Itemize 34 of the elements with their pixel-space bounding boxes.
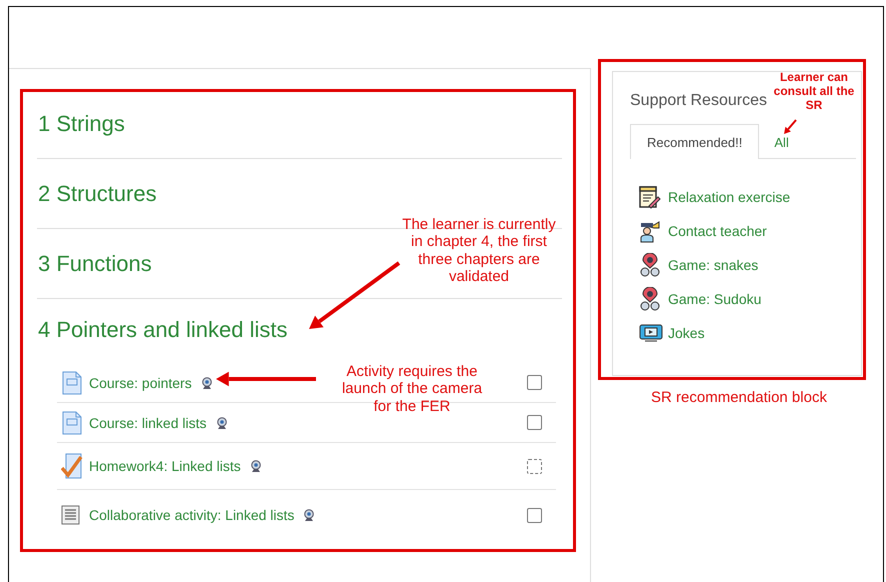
completion-checkbox[interactable]	[527, 508, 542, 522]
text-lines-icon	[61, 505, 81, 525]
activity-link[interactable]: Homework4: Linked lists	[89, 458, 241, 474]
completion-checkbox[interactable]	[527, 458, 542, 474]
video-play-icon	[639, 324, 663, 342]
resource-link[interactable]: Contact teacher	[668, 223, 767, 239]
resource-link[interactable]: Game: snakes	[668, 257, 758, 273]
notepad-pencil-icon	[639, 185, 661, 209]
section-title[interactable]: 3 Functions	[38, 250, 152, 276]
section-title[interactable]: 2 Structures	[38, 180, 157, 206]
document-icon	[61, 370, 83, 394]
tab[interactable]: All	[759, 124, 804, 159]
resource-link[interactable]: Jokes	[668, 325, 705, 341]
tab[interactable]: Recommended!!	[630, 124, 760, 159]
section-title[interactable]: 1 Strings	[38, 110, 125, 136]
activity-link[interactable]: Course: pointers	[89, 374, 192, 390]
resource-link[interactable]: Game: Sudoku	[668, 291, 762, 307]
checked-document-icon	[61, 453, 83, 479]
gamepad-pin-icon	[639, 287, 661, 311]
block-title: Support Resources	[630, 92, 767, 110]
completion-checkbox[interactable]	[527, 415, 542, 430]
document-icon	[61, 410, 83, 434]
person-with-hat-icon	[639, 219, 661, 243]
annotation-text: SR recommendation block	[650, 389, 828, 406]
annotation-text: Activity requires the launch of the camera for the FER	[340, 363, 484, 415]
resource-link[interactable]: Relaxation exercise	[668, 189, 790, 205]
section-title[interactable]: 4 Pointers and linked lists	[38, 317, 288, 342]
gamepad-pin-icon	[639, 253, 661, 277]
annotation-text: Learner can consult all the SR	[772, 71, 856, 112]
completion-checkbox[interactable]	[527, 375, 542, 390]
activity-link[interactable]: Collaborative activity: Linked lists	[89, 507, 294, 523]
arrow	[784, 119, 797, 134]
annotation-text: The learner is currently in chapter 4, the first three chapters are validated	[401, 216, 557, 285]
activity-link[interactable]: Course: linked lists	[89, 414, 206, 430]
